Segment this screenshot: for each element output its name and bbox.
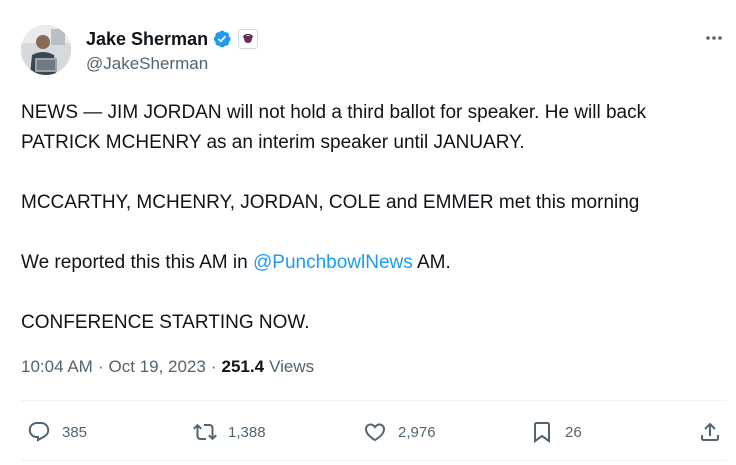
heart-icon xyxy=(364,423,386,442)
share-icon xyxy=(701,422,719,441)
reply-count: 385 xyxy=(62,423,88,441)
tweet-text: NEWS — JIM JORDAN will not hold a third … xyxy=(21,98,733,338)
tweet-line: NEWS — JIM JORDAN will not hold a third … xyxy=(21,102,647,123)
like-count: 2,976 xyxy=(398,423,436,441)
repost-count: 1,388 xyxy=(228,423,266,441)
repost-icon xyxy=(193,423,217,441)
author-display-name[interactable]: Jake Sherman xyxy=(86,29,208,50)
reply-icon xyxy=(28,422,50,442)
more-dots-icon[interactable] xyxy=(702,26,726,50)
repost-button[interactable]: 1,388 xyxy=(193,414,266,450)
views-label: Views xyxy=(269,357,315,376)
bookmark-count: 26 xyxy=(565,423,582,441)
meta-separator: · xyxy=(97,357,104,376)
views-count: 251.4 xyxy=(221,357,265,376)
tweet-line: We reported this this AM in @PunchbowlNe… xyxy=(21,248,733,278)
author-handle[interactable]: @JakeSherman xyxy=(86,54,208,74)
action-bar: 385 1,388 2,976 26 xyxy=(21,414,726,450)
tweet-time[interactable]: 10:04 AM xyxy=(21,357,93,377)
mention-link[interactable]: @PunchbowlNews xyxy=(253,252,413,273)
tweet-line: MCCARTHY, MCHENRY, JORDAN, COLE and EMME… xyxy=(21,192,640,213)
tweet-line: CONFERENCE STARTING NOW. xyxy=(21,312,310,333)
verified-badge-icon[interactable] xyxy=(212,29,232,49)
tweet-meta: 10:04 AM · Oct 19, 2023 · 251.4 Views xyxy=(21,357,314,377)
like-button[interactable]: 2,976 xyxy=(363,414,436,450)
meta-separator: · xyxy=(210,357,217,376)
bookmark-button[interactable]: 26 xyxy=(530,414,582,450)
share-button[interactable] xyxy=(698,414,722,450)
affiliation-badge-icon[interactable] xyxy=(238,29,259,49)
tweet-text-segment: AM. xyxy=(412,252,451,273)
divider xyxy=(21,460,726,461)
tweet-text-segment: We reported this this AM in xyxy=(21,252,253,273)
author-name-row: Jake Sherman xyxy=(86,28,259,50)
avatar[interactable] xyxy=(21,25,71,75)
reply-button[interactable]: 385 xyxy=(27,414,87,450)
tweet-line: PATRICK MCHENRY as an interim speaker un… xyxy=(21,132,525,153)
bookmark-icon xyxy=(534,422,550,443)
divider xyxy=(21,400,726,401)
tweet-date[interactable]: Oct 19, 2023 xyxy=(109,357,206,377)
avatar-image xyxy=(21,25,71,75)
